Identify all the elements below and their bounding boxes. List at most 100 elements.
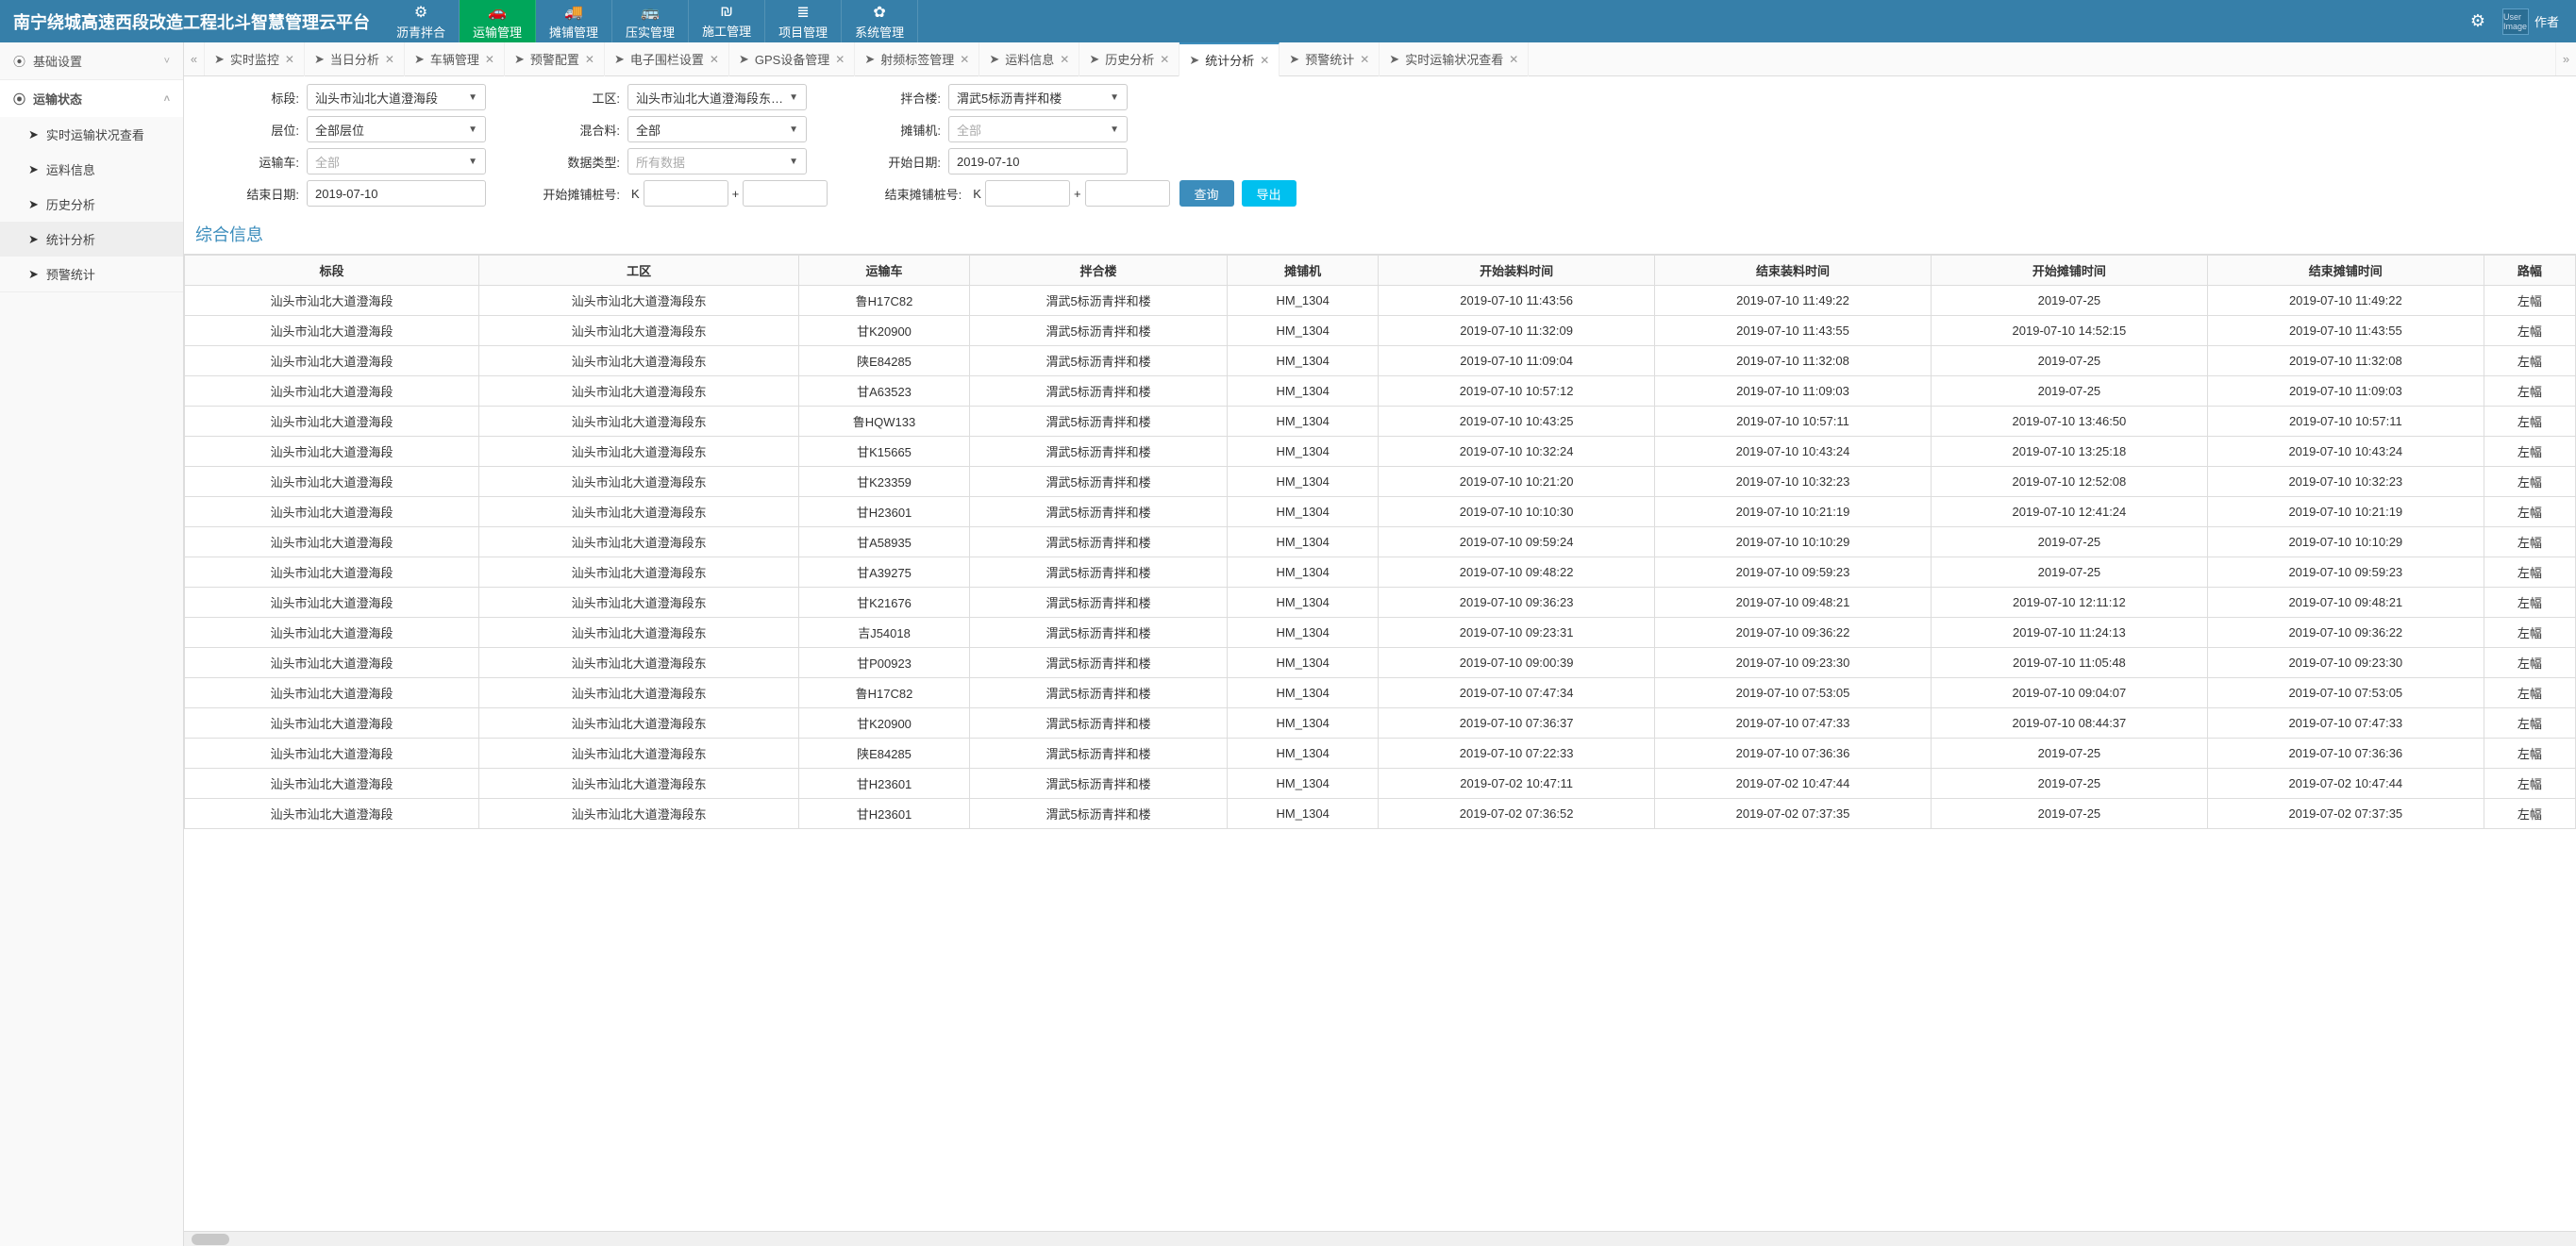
select-input[interactable]: 全部层位▼ [307,116,486,142]
end-date-input[interactable]: 2019-07-10 [307,180,486,207]
sidebar-item[interactable]: ➤历史分析 [0,187,183,222]
close-icon[interactable]: ✕ [1060,53,1069,66]
table-row[interactable]: 汕头市汕北大道澄海段汕头市汕北大道澄海段东甘K23359渭武5标沥青拌和楼HM_… [185,467,2576,497]
tab[interactable]: ➤实时运输状况查看✕ [1380,42,1529,76]
nav-label: 项目管理 [778,23,828,41]
table-row[interactable]: 汕头市汕北大道澄海段汕头市汕北大道澄海段东吉J54018渭武5标沥青拌和楼HM_… [185,618,2576,648]
tab[interactable]: ➤当日分析✕ [305,42,405,76]
close-icon[interactable]: ✕ [960,53,969,66]
table-cell: 2019-07-10 14:52:15 [1931,316,2207,346]
tab[interactable]: ➤预警统计✕ [1280,42,1380,76]
select-input[interactable]: 全部▼ [627,116,807,142]
tab[interactable]: ➤GPS设备管理✕ [729,42,855,76]
select-input[interactable]: 全部▼ [307,148,486,174]
sidebar-group-head[interactable]: ⦿基础设置˅ [0,42,183,79]
topnav-item[interactable]: ✿系统管理 [842,0,918,42]
scrollbar-thumb[interactable] [192,1234,229,1245]
nav-label: 运输管理 [473,23,522,41]
sidebar-item[interactable]: ➤统计分析 [0,222,183,257]
table-cell: 渭武5标沥青拌和楼 [969,346,1227,376]
table-cell: 2019-07-10 07:36:36 [1655,739,1932,769]
tab[interactable]: ➤车辆管理✕ [405,42,505,76]
tab[interactable]: ➤电子围栏设置✕ [605,42,729,76]
table-cell: 2019-07-10 13:25:18 [1931,437,2207,467]
table-row[interactable]: 汕头市汕北大道澄海段汕头市汕北大道澄海段东甘A63523渭武5标沥青拌和楼HM_… [185,376,2576,407]
date-input[interactable]: 2019-07-10 [948,148,1128,174]
table-row[interactable]: 汕头市汕北大道澄海段汕头市汕北大道澄海段东鲁H17C82渭武5标沥青拌和楼HM_… [185,286,2576,316]
tab[interactable]: ➤统计分析✕ [1179,42,1280,76]
topnav-item[interactable]: 🚌压实管理 [612,0,689,42]
table-row[interactable]: 汕头市汕北大道澄海段汕头市汕北大道澄海段东甘K21676渭武5标沥青拌和楼HM_… [185,588,2576,618]
table-row[interactable]: 汕头市汕北大道澄海段汕头市汕北大道澄海段东鲁HQW133渭武5标沥青拌和楼HM_… [185,407,2576,437]
end-pile-k-input[interactable] [985,180,1070,207]
caret-down-icon: ▼ [1110,92,1119,103]
table-row[interactable]: 汕头市汕北大道澄海段汕头市汕北大道澄海段东甘K15665渭武5标沥青拌和楼HM_… [185,437,2576,467]
close-icon[interactable]: ✕ [1160,53,1169,66]
close-icon[interactable]: ✕ [585,53,594,66]
close-icon[interactable]: ✕ [285,53,294,66]
close-icon[interactable]: ✕ [1509,53,1518,66]
close-icon[interactable]: ✕ [710,53,719,66]
table-cell: 2019-07-10 11:49:22 [1655,286,1932,316]
close-icon[interactable]: ✕ [485,53,494,66]
sidebar-item[interactable]: ➤预警统计 [0,257,183,291]
start-pile-m-input[interactable] [743,180,828,207]
user-box[interactable]: User Image 作者 [2502,8,2559,35]
table-cell: 甘H23601 [799,799,970,829]
table-row[interactable]: 汕头市汕北大道澄海段汕头市汕北大道澄海段东甘H23601渭武5标沥青拌和楼HM_… [185,769,2576,799]
table-cell: 汕头市汕北大道澄海段 [185,678,479,708]
table-cell: 2019-07-10 11:05:48 [1931,648,2207,678]
topnav-item[interactable]: 🚗运输管理 [460,0,536,42]
table-wrap[interactable]: 标段工区运输车拌合楼摊铺机开始装料时间结束装料时间开始摊铺时间结束摊铺时间路幅 … [184,254,2576,1231]
user-label: 作者 [2534,12,2559,30]
select-input[interactable]: 汕头市汕北大道澄海段东里区▼ [627,84,807,110]
export-button[interactable]: 导出 [1242,180,1296,207]
start-pile-k-input[interactable] [644,180,728,207]
query-button[interactable]: 查询 [1179,180,1234,207]
table-cell: HM_1304 [1228,557,1379,588]
close-icon[interactable]: ✕ [1360,53,1369,66]
settings-icon[interactable]: ⚙ [2470,11,2485,31]
table-row[interactable]: 汕头市汕北大道澄海段汕头市汕北大道澄海段东甘K20900渭武5标沥青拌和楼HM_… [185,316,2576,346]
topnav-item[interactable]: 🚚摊铺管理 [536,0,612,42]
select-input[interactable]: 汕头市汕北大道澄海段▼ [307,84,486,110]
close-icon[interactable]: ✕ [1260,54,1269,67]
sidebar-group-head[interactable]: ⦿运输状态˄ [0,80,183,117]
filter-value: 全部 [957,121,1110,139]
horizontal-scrollbar[interactable] [184,1231,2576,1246]
table-row[interactable]: 汕头市汕北大道澄海段汕头市汕北大道澄海段东鲁H17C82渭武5标沥青拌和楼HM_… [185,678,2576,708]
select-input[interactable]: 所有数据▼ [627,148,807,174]
tab[interactable]: ➤运料信息✕ [979,42,1079,76]
end-pile-m-input[interactable] [1085,180,1170,207]
sidebar-item[interactable]: ➤实时运输状况查看 [0,117,183,152]
sidebar-item[interactable]: ➤运料信息 [0,152,183,187]
table-row[interactable]: 汕头市汕北大道澄海段汕头市汕北大道澄海段东甘K20900渭武5标沥青拌和楼HM_… [185,708,2576,739]
table-cell: 2019-07-10 09:48:21 [1655,588,1932,618]
tab[interactable]: ➤实时监控✕ [205,42,305,76]
tabs-scroll-left[interactable]: « [184,42,205,75]
table-row[interactable]: 汕头市汕北大道澄海段汕头市汕北大道澄海段东甘A58935渭武5标沥青拌和楼HM_… [185,527,2576,557]
table-row[interactable]: 汕头市汕北大道澄海段汕头市汕北大道澄海段东陕E84285渭武5标沥青拌和楼HM_… [185,346,2576,376]
table-row[interactable]: 汕头市汕北大道澄海段汕头市汕北大道澄海段东甘H23601渭武5标沥青拌和楼HM_… [185,497,2576,527]
close-icon[interactable]: ✕ [385,53,394,66]
table-row[interactable]: 汕头市汕北大道澄海段汕头市汕北大道澄海段东陕E84285渭武5标沥青拌和楼HM_… [185,739,2576,769]
tab[interactable]: ➤预警配置✕ [505,42,605,76]
table-row[interactable]: 汕头市汕北大道澄海段汕头市汕北大道澄海段东甘P00923渭武5标沥青拌和楼HM_… [185,648,2576,678]
filter-panel: 标段:汕头市汕北大道澄海段▼工区:汕头市汕北大道澄海段东里区▼拌合楼:渭武5标沥… [184,76,2576,216]
tab[interactable]: ➤射频标签管理✕ [855,42,979,76]
table-row[interactable]: 汕头市汕北大道澄海段汕头市汕北大道澄海段东甘A39275渭武5标沥青拌和楼HM_… [185,557,2576,588]
topnav-item[interactable]: ⚙沥青拌合 [383,0,460,42]
topnav-item[interactable]: ≣项目管理 [765,0,842,42]
select-input[interactable]: 全部▼ [948,116,1128,142]
paper-plane-icon: ➤ [864,52,875,67]
table-cell: 左幅 [2484,708,2575,739]
topnav-item[interactable]: ₪施工管理 [689,0,765,42]
close-icon[interactable]: ✕ [835,53,845,66]
table-row[interactable]: 汕头市汕北大道澄海段汕头市汕北大道澄海段东甘H23601渭武5标沥青拌和楼HM_… [185,799,2576,829]
select-input[interactable]: 渭武5标沥青拌和楼▼ [948,84,1128,110]
table-cell: 2019-07-02 07:37:35 [2207,799,2484,829]
table-cell: 汕头市汕北大道澄海段 [185,708,479,739]
tabs-scroll-right[interactable]: » [2555,42,2576,75]
tab-label: 实时运输状况查看 [1405,50,1503,68]
tab[interactable]: ➤历史分析✕ [1079,42,1179,76]
